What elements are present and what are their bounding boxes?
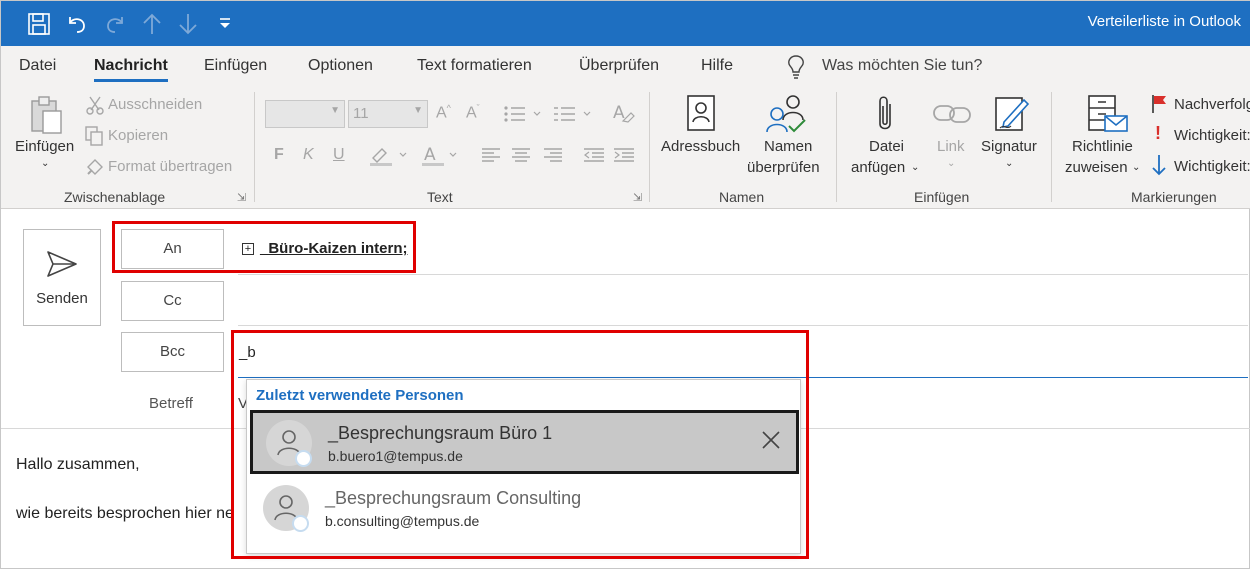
group-label-text: Text (427, 189, 453, 205)
tab-einfuegen[interactable]: Einfügen (204, 57, 267, 75)
cc-button[interactable]: Cc (121, 281, 224, 321)
chevron-down-icon: ▼ (413, 105, 423, 116)
signature-icon[interactable] (994, 94, 1030, 134)
chevron-down-icon: ▼ (330, 105, 340, 116)
ribbon-separator (649, 92, 650, 202)
title-bar: Verteilerliste in Outlook (1, 1, 1250, 46)
grow-font-icon[interactable]: A^ (436, 103, 451, 122)
ribbon-separator (836, 92, 837, 202)
ribbon-separator (1051, 92, 1052, 202)
numbered-list-icon[interactable] (553, 104, 593, 124)
high-importance-button[interactable]: Wichtigkeit: hoch (1174, 127, 1250, 144)
bcc-button[interactable]: Bcc (121, 332, 224, 372)
text-dialog-launcher-icon[interactable]: ⇲ (633, 191, 642, 204)
clipboard-dialog-launcher-icon[interactable]: ⇲ (237, 191, 246, 204)
save-icon[interactable] (27, 12, 51, 36)
send-label: Senden (36, 290, 88, 307)
copy-button[interactable]: Kopieren (108, 127, 168, 144)
align-center-icon[interactable] (511, 147, 531, 163)
increase-indent-icon[interactable] (613, 147, 635, 163)
ribbon-tabs: Datei Nachricht Einfügen Optionen Text f… (1, 46, 1250, 86)
address-book-button[interactable]: Adressbuch (661, 138, 740, 155)
tab-hilfe[interactable]: Hilfe (701, 57, 733, 75)
link-icon[interactable] (932, 100, 972, 128)
format-painter-icon (87, 159, 103, 175)
follow-up-flag-icon[interactable] (1150, 94, 1168, 114)
tell-me-placeholder: Was möchten Sie tun? (822, 57, 983, 74)
tab-datei[interactable]: Datei (19, 57, 56, 75)
paste-button[interactable]: Einfügen (15, 138, 74, 155)
low-importance-button[interactable]: Wichtigkeit: niedrig (1174, 158, 1250, 175)
window-title: Verteilerliste in Outlook (1087, 13, 1241, 30)
undo-icon[interactable] (65, 12, 89, 36)
address-book-icon[interactable] (684, 94, 718, 134)
font-size-value: 11 (353, 105, 369, 122)
italic-button[interactable]: K (303, 146, 314, 164)
group-label-clipboard: Zwischenablage (64, 189, 166, 205)
outlook-compose-window: Verteilerliste in Outlook Datei Nachrich… (0, 0, 1250, 569)
svg-text:A: A (424, 145, 436, 165)
low-importance-icon (1152, 155, 1166, 176)
shrink-font-icon[interactable]: Aˇ (466, 103, 480, 122)
bold-button[interactable]: F (274, 146, 284, 164)
highlight-box-to (112, 221, 416, 273)
font-size-combo[interactable]: 11 ▼ (348, 100, 428, 128)
redo-icon[interactable] (103, 12, 127, 36)
ribbon-separator (254, 92, 255, 202)
paperclip-icon[interactable] (875, 94, 897, 134)
paste-icon[interactable] (29, 95, 65, 135)
send-icon (47, 251, 77, 277)
body-line-text[interactable]: wie bereits besprochen hier ne (16, 505, 234, 523)
attach-chevron-icon[interactable]: ⌄ (911, 162, 919, 173)
group-label-names: Namen (719, 189, 765, 205)
cc-field-underline (238, 325, 1248, 326)
link-button[interactable]: Link (937, 138, 965, 155)
align-right-icon[interactable] (543, 147, 563, 163)
font-name-combo[interactable]: ▼ (265, 100, 345, 128)
check-names-icon[interactable] (765, 92, 807, 134)
tab-nachricht[interactable]: Nachricht (94, 57, 168, 82)
follow-up-button[interactable]: Nachverfolgung (1174, 96, 1250, 113)
assign-policy-chevron-icon[interactable]: ⌄ (1132, 162, 1140, 173)
customize-qat-icon[interactable] (218, 17, 232, 31)
signature-chevron-icon[interactable]: ⌄ (1005, 158, 1013, 169)
clear-formatting-icon[interactable]: A (611, 101, 635, 125)
font-color-icon[interactable]: A (421, 143, 463, 167)
paste-chevron-icon[interactable]: ⌄ (41, 158, 49, 169)
group-label-tags: Markierungen (1131, 189, 1217, 205)
check-names-button-line2[interactable]: überprüfen (747, 159, 820, 176)
send-button[interactable]: Senden (23, 229, 101, 326)
align-left-icon[interactable] (481, 147, 501, 163)
to-field-underline (238, 274, 1248, 275)
bullet-list-icon[interactable] (503, 104, 543, 124)
tab-text-formatieren[interactable]: Text formatieren (417, 57, 532, 75)
check-names-button[interactable]: Namen (764, 138, 812, 155)
tab-optionen[interactable]: Optionen (308, 57, 373, 75)
scissors-icon (86, 96, 104, 115)
format-painter-button[interactable]: Format übertragen (108, 158, 232, 175)
cut-button[interactable]: Ausschneiden (108, 96, 202, 113)
attach-file-button-line2[interactable]: anfügen (851, 159, 905, 176)
assign-policy-button[interactable]: Richtlinie (1072, 138, 1133, 155)
decrease-indent-icon[interactable] (583, 147, 605, 163)
assign-policy-button-line2[interactable]: zuweisen (1065, 159, 1128, 176)
body-line-greeting[interactable]: Hallo zusammen, (16, 456, 140, 474)
tab-ueberpruefen[interactable]: Überprüfen (579, 57, 659, 75)
assign-policy-icon[interactable] (1087, 94, 1129, 136)
link-chevron-icon[interactable]: ⌄ (947, 158, 955, 169)
group-label-insert: Einfügen (914, 189, 970, 205)
underline-button[interactable]: U (333, 146, 345, 164)
highlight-box-bcc (231, 330, 809, 559)
attach-file-button[interactable]: Datei (869, 138, 904, 155)
arrow-down-icon[interactable] (177, 12, 199, 36)
highlight-icon[interactable] (369, 143, 411, 167)
signature-button[interactable]: Signatur (981, 138, 1037, 155)
copy-icon (85, 126, 103, 146)
subject-label: Betreff (149, 395, 193, 412)
arrow-up-icon[interactable] (141, 12, 163, 36)
lightbulb-icon (788, 55, 804, 79)
high-importance-icon: ! (1155, 123, 1161, 143)
ribbon: Einfügen ⌄ Ausschneiden Kopieren Format … (1, 86, 1250, 209)
